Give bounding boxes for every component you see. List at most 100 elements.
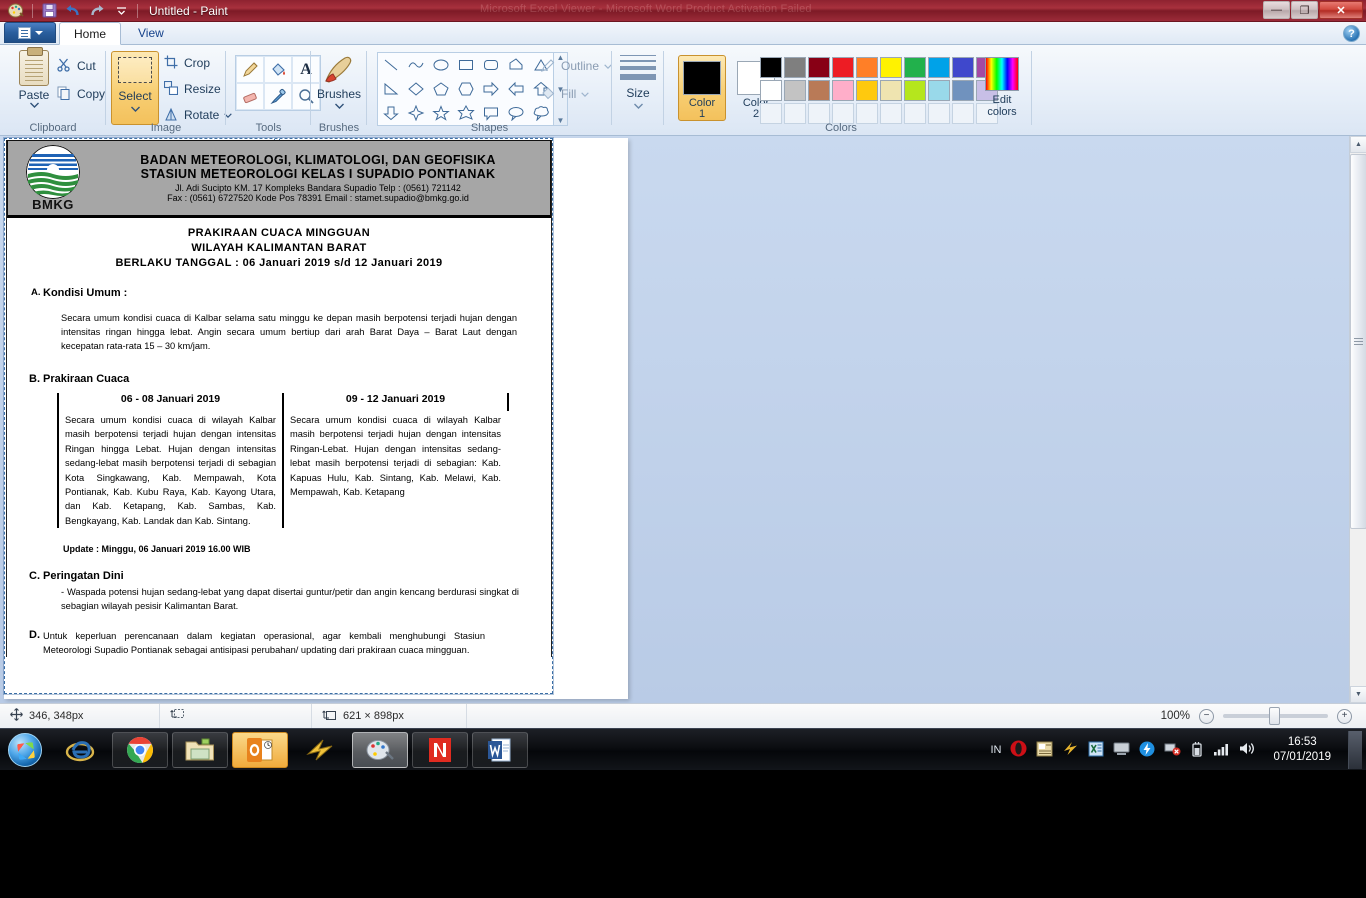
swatch-rose[interactable] — [832, 80, 854, 101]
swatch-custom-4[interactable] — [832, 103, 854, 124]
canvas-workspace[interactable]: BMKG BADAN METEOROLOGI, KLIMATOLOGI, DAN… — [0, 136, 1366, 703]
outline-button[interactable]: Outline — [540, 55, 612, 77]
fill-button[interactable]: Fill — [540, 83, 612, 105]
shape-pentagon[interactable] — [428, 77, 453, 101]
swatch-lime[interactable] — [904, 80, 926, 101]
flash-icon[interactable] — [1139, 741, 1155, 759]
brushes-button[interactable]: Brushes — [312, 54, 366, 109]
undo-icon[interactable] — [62, 1, 84, 21]
taskbar-microsoft-word[interactable] — [472, 731, 528, 768]
save-icon[interactable] — [38, 1, 60, 21]
notes-icon[interactable] — [1036, 741, 1053, 759]
swatch-dark-red[interactable] — [808, 57, 830, 78]
edit-colors-button[interactable]: Edit colors — [976, 57, 1028, 118]
help-icon[interactable]: ? — [1343, 25, 1360, 42]
taskbar-microsoft-outlook[interactable] — [232, 731, 288, 768]
shape-rectangle[interactable] — [453, 53, 478, 77]
customize-qat-icon[interactable] — [110, 1, 132, 21]
tab-home[interactable]: Home — [59, 22, 122, 45]
taskbar-google-chrome[interactable] — [112, 731, 168, 768]
swatch-custom-5[interactable] — [856, 103, 878, 124]
swatch-orange[interactable] — [856, 57, 878, 78]
taskbar-clock[interactable]: 16:53 07/01/2019 — [1265, 735, 1339, 765]
zoom-in-button[interactable]: + — [1337, 708, 1352, 724]
color-1-button[interactable]: Color 1 — [678, 55, 726, 121]
battery-icon[interactable] — [1190, 741, 1204, 759]
shape-left-arrow[interactable] — [503, 77, 528, 101]
scrollbar-thumb[interactable] — [1350, 154, 1366, 529]
crop-button[interactable]: Crop — [163, 52, 232, 74]
shape-hexagon[interactable] — [453, 77, 478, 101]
copy-button[interactable]: Copy — [56, 83, 105, 105]
zoom-slider-thumb[interactable] — [1269, 707, 1280, 725]
swatch-custom-7[interactable] — [904, 103, 926, 124]
swatch-light-turquoise[interactable] — [928, 80, 950, 101]
shape-rounded-rectangle[interactable] — [478, 53, 503, 77]
shape-right-arrow[interactable] — [478, 77, 503, 101]
select-button[interactable]: Select — [111, 51, 159, 125]
swatch-yellow[interactable] — [880, 57, 902, 78]
swatch-indigo[interactable] — [952, 57, 974, 78]
swatch-custom-8[interactable] — [928, 103, 950, 124]
close-button[interactable]: ✕ — [1319, 1, 1363, 19]
volume-icon[interactable] — [1239, 741, 1256, 758]
tray-language-indicator[interactable]: IN — [990, 744, 1001, 756]
taskbar-paint[interactable] — [352, 731, 408, 768]
swatch-red[interactable] — [832, 57, 854, 78]
swatch-light-yellow[interactable] — [880, 80, 902, 101]
taskbar-nitro-pdf[interactable] — [412, 731, 468, 768]
swatch-custom-9[interactable] — [952, 103, 974, 124]
swatch-custom-6[interactable] — [880, 103, 902, 124]
winamp-tray-icon[interactable] — [1062, 741, 1079, 758]
zoom-out-button[interactable]: − — [1199, 708, 1214, 724]
shape-diamond[interactable] — [403, 77, 428, 101]
size-button[interactable]: Size — [616, 55, 660, 109]
eraser-icon[interactable] — [236, 83, 264, 110]
network-monitor-icon[interactable] — [1113, 742, 1130, 758]
shape-right-triangle[interactable] — [378, 77, 403, 101]
swatch-green[interactable] — [904, 57, 926, 78]
canvas-selection[interactable]: BMKG BADAN METEOROLOGI, KLIMATOLOGI, DAN… — [3, 137, 554, 695]
pencil-icon[interactable] — [236, 56, 264, 83]
tab-view[interactable]: View — [124, 22, 178, 44]
signal-icon[interactable] — [1213, 742, 1230, 758]
swatch-blue-grey[interactable] — [952, 80, 974, 101]
swatch-custom-3[interactable] — [808, 103, 830, 124]
swatch-custom-2[interactable] — [784, 103, 806, 124]
scroll-up-arrow-icon[interactable]: ▲ — [1350, 136, 1366, 153]
opera-icon[interactable] — [1010, 740, 1027, 759]
color-picker-icon[interactable] — [264, 83, 292, 110]
canvas-vertical-scrollbar[interactable]: ▲ ▼ — [1349, 136, 1366, 703]
swatch-brown[interactable] — [808, 80, 830, 101]
cut-button[interactable]: Cut — [56, 55, 105, 77]
taskbar-internet-explorer[interactable] — [52, 732, 108, 768]
shape-polygon[interactable] — [503, 53, 528, 77]
shape-curve[interactable] — [403, 53, 428, 77]
resize-button[interactable]: Resize — [163, 78, 232, 100]
swatch-gold[interactable] — [856, 80, 878, 101]
maximize-restore-button[interactable]: ❐ — [1291, 1, 1318, 19]
shape-line[interactable] — [378, 53, 403, 77]
swatch-grey[interactable] — [784, 57, 806, 78]
redo-icon[interactable] — [86, 1, 108, 21]
swatch-light-grey[interactable] — [784, 80, 806, 101]
paint-menu-button[interactable] — [4, 22, 56, 43]
safely-remove-icon[interactable] — [1164, 741, 1181, 758]
zoom-slider[interactable] — [1223, 707, 1328, 725]
taskbar-winamp[interactable] — [292, 732, 348, 768]
minimize-button[interactable]: — — [1263, 1, 1290, 19]
paste-button[interactable]: Paste — [8, 47, 60, 108]
swatch-black[interactable] — [760, 57, 782, 78]
paint-canvas[interactable]: BMKG BADAN METEOROLOGI, KLIMATOLOGI, DAN… — [3, 137, 628, 699]
excel-icon[interactable] — [1088, 741, 1104, 759]
start-button[interactable] — [2, 731, 48, 769]
shape-oval[interactable] — [428, 53, 453, 77]
swatch-white[interactable] — [760, 80, 782, 101]
paint-app-icon[interactable] — [5, 1, 27, 21]
scroll-down-arrow-icon[interactable]: ▼ — [1350, 686, 1366, 703]
show-desktop-button[interactable] — [1348, 730, 1362, 769]
swatch-custom-1[interactable] — [760, 103, 782, 124]
taskbar-windows-explorer[interactable] — [172, 731, 228, 768]
swatch-turquoise[interactable] — [928, 57, 950, 78]
fill-with-color-icon[interactable] — [264, 56, 292, 83]
